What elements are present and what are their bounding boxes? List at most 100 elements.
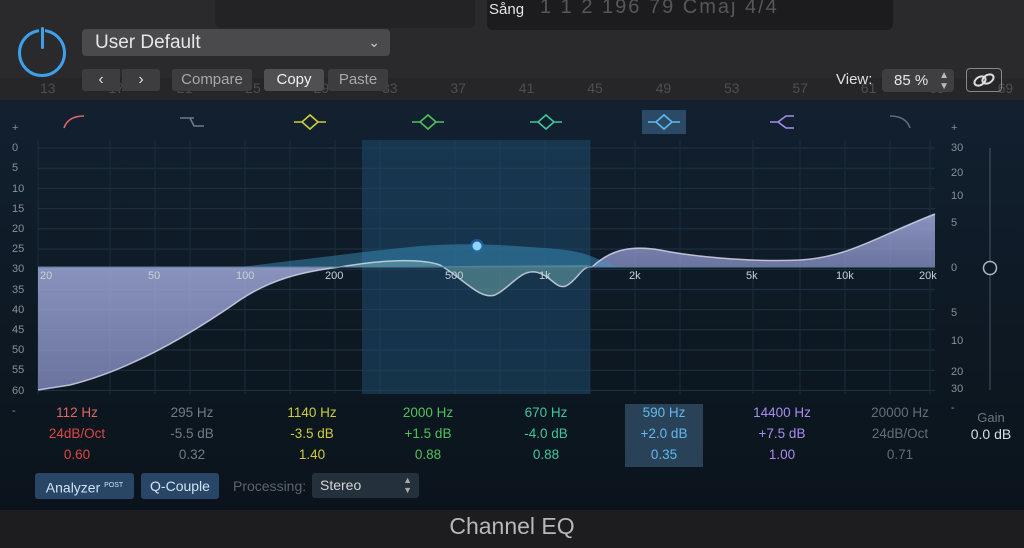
band-q-value[interactable]: 1.40 xyxy=(257,444,367,465)
preset-menu[interactable]: User Default ⌄ xyxy=(82,29,390,56)
db-scale-label-left: 60 xyxy=(12,384,25,397)
paste-button[interactable]: Paste xyxy=(328,69,388,91)
band-gain-value[interactable]: +2.0 dB xyxy=(609,423,719,444)
db-scale-label-left: 55 xyxy=(12,364,25,377)
band-5-params: 670 Hz -4.0 dB 0.88 xyxy=(491,402,601,465)
chevron-down-icon: ⌄ xyxy=(368,34,380,50)
analyzer-label: Analyzer xyxy=(45,479,101,496)
band-gain-value[interactable]: +1.5 dB xyxy=(373,423,483,444)
band-gain-value[interactable]: 24dB/Oct xyxy=(22,423,132,444)
band-freq-value[interactable]: 1140 Hz xyxy=(257,402,367,423)
band-q-value[interactable]: 0.71 xyxy=(845,444,955,465)
bell-icon[interactable] xyxy=(294,113,326,131)
band-freq-value[interactable]: 670 Hz xyxy=(491,402,601,423)
db-scale-label-right: 5 xyxy=(951,217,958,229)
band-gain-value[interactable]: 24dB/Oct xyxy=(845,423,955,444)
low-cut-curve-fill xyxy=(38,267,340,390)
band-q-value[interactable]: 0.35 xyxy=(609,444,719,465)
next-preset-button[interactable]: › xyxy=(122,69,160,91)
band-gain-value[interactable]: -4.0 dB xyxy=(491,423,601,444)
db-scale-label-left: 20 xyxy=(12,223,25,235)
frequency-label: 20 xyxy=(40,270,53,282)
link-button[interactable] xyxy=(966,68,1002,92)
bell-icon[interactable] xyxy=(412,113,444,131)
analyzer-button[interactable]: Analyzer POST xyxy=(35,473,134,499)
processing-select[interactable]: Stereo ▲ ▼ xyxy=(312,473,419,498)
view-label: View: xyxy=(836,71,873,88)
db-scale-label-left: 45 xyxy=(12,324,25,336)
bell-icon[interactable] xyxy=(530,113,562,131)
processing-label: Processing: xyxy=(233,478,307,494)
host-song-name: Sång xyxy=(489,1,525,18)
db-scale-label-right: + xyxy=(951,122,958,134)
gain-slider-knob[interactable] xyxy=(982,260,998,276)
high-cut-icon[interactable] xyxy=(889,115,911,129)
band-freq-value[interactable]: 590 Hz xyxy=(609,402,719,423)
band-gain-value[interactable]: +7.5 dB xyxy=(727,423,837,444)
high-shelf-icon[interactable] xyxy=(770,115,794,129)
gain-value[interactable]: 0.0 dB xyxy=(962,426,1020,442)
processing-value: Stereo xyxy=(320,477,362,493)
band-gain-value[interactable]: -3.5 dB xyxy=(257,423,367,444)
view-zoom-value: 85 % xyxy=(894,72,929,89)
previous-preset-button[interactable]: ‹ xyxy=(82,69,120,91)
db-scale-label-left: 40 xyxy=(12,303,25,316)
frequency-label: 500 xyxy=(445,270,464,282)
ruler-bar-number: 45 xyxy=(587,80,603,96)
band-q-value[interactable]: 0.60 xyxy=(22,444,132,465)
low-shelf-icon[interactable] xyxy=(180,117,204,127)
band-freq-value[interactable]: 112 Hz xyxy=(22,402,132,423)
plugin-title: Channel EQ xyxy=(449,513,575,539)
db-scale-label-right: 10 xyxy=(951,335,964,347)
db-scale-label-right: 20 xyxy=(951,366,964,378)
ruler-bar-number: 13 xyxy=(40,80,56,96)
selected-band-node[interactable] xyxy=(472,241,482,251)
band-6-params: 590 Hz +2.0 dB 0.35 xyxy=(609,402,719,465)
band-freq-value[interactable]: 20000 Hz xyxy=(845,402,955,423)
copy-button[interactable]: Copy xyxy=(264,69,324,91)
db-scale-label-left: 10 xyxy=(12,182,25,195)
eq-graph[interactable] xyxy=(0,100,1024,410)
high-shelf-curve-fill xyxy=(592,214,935,267)
db-scale-label-right: 20 xyxy=(951,167,964,179)
host-transport-bar[interactable] xyxy=(215,0,475,28)
band-q-value[interactable]: 0.88 xyxy=(373,444,483,465)
db-scale-label-left: 15 xyxy=(12,202,25,215)
ruler-bar-number: 49 xyxy=(655,80,672,96)
view-zoom-select[interactable]: 85 % ▲ ▼ xyxy=(882,69,954,92)
db-scale-label-left: 25 xyxy=(12,243,25,256)
frequency-label: 20k xyxy=(919,270,937,282)
host-lcd-digits: 1 1 2 196 79 Cmaj 4/4 xyxy=(540,0,779,18)
db-scale-label-left: - xyxy=(12,404,16,417)
db-scale-label-left: 35 xyxy=(12,283,25,296)
band-gain-value[interactable]: -5.5 dB xyxy=(137,423,247,444)
band-freq-value[interactable]: 2000 Hz xyxy=(373,402,483,423)
band-8-params: 20000 Hz 24dB/Oct 0.71 xyxy=(845,402,955,465)
gain-label: Gain xyxy=(977,410,1005,425)
db-scale-label-left: + xyxy=(12,122,19,134)
band-freq-value[interactable]: 14400 Hz xyxy=(727,402,837,423)
power-button[interactable] xyxy=(18,26,66,77)
frequency-label: 10k xyxy=(836,270,854,282)
up-down-arrows-icon: ▲ ▼ xyxy=(939,70,949,92)
q-couple-button[interactable]: Q-Couple xyxy=(141,473,219,499)
db-scale-label-left: 0 xyxy=(12,142,19,155)
band-1-params: 112 Hz 24dB/Oct 0.60 xyxy=(22,402,132,465)
db-scale-label-right: 30 xyxy=(951,383,964,395)
frequency-label: 100 xyxy=(236,270,255,282)
band-q-value[interactable]: 0.88 xyxy=(491,444,601,465)
band-7-params: 14400 Hz +7.5 dB 1.00 xyxy=(727,402,837,465)
db-scale-label-right: 10 xyxy=(951,190,964,202)
ruler-bar-number: 37 xyxy=(450,80,466,96)
band-q-value[interactable]: 1.00 xyxy=(727,444,837,465)
band-3-params: 1140 Hz -3.5 dB 1.40 xyxy=(257,402,367,465)
frequency-label: 50 xyxy=(148,270,161,282)
frequency-label: 1k xyxy=(539,270,551,282)
preset-name: User Default xyxy=(95,32,201,53)
band-freq-value[interactable]: 295 Hz xyxy=(137,402,247,423)
low-cut-icon[interactable] xyxy=(63,115,85,129)
up-down-arrows-icon: ▲ ▼ xyxy=(403,475,412,495)
frequency-label: 5k xyxy=(746,270,758,282)
band-q-value[interactable]: 0.32 xyxy=(137,444,247,465)
compare-button[interactable]: Compare xyxy=(172,69,252,91)
